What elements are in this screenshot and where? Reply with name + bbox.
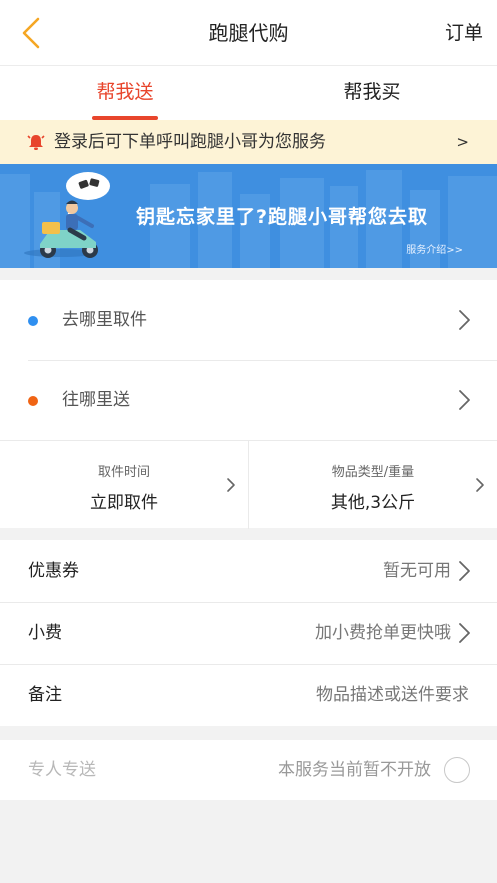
nav-bar: 跑腿代购 订单 xyxy=(0,0,497,66)
order-options-section: 优惠券 暂无可用 小费 加小费抢单更快哦 备注 物品描述或送件要求 xyxy=(0,540,497,726)
tab-help-me-buy[interactable]: 帮我买 xyxy=(337,66,407,120)
pickup-dot-icon xyxy=(28,316,38,326)
dedicated-delivery-row: 专人专送 本服务当前暂不开放 xyxy=(0,740,497,800)
dedicated-delivery-label: 专人专送 xyxy=(28,760,96,780)
login-notice-bar[interactable]: 登录后可下单呼叫跑腿小哥为您服务 > xyxy=(0,120,497,164)
chevron-right-icon xyxy=(459,390,470,410)
remark-label: 备注 xyxy=(28,685,62,705)
dropoff-address-label: 往哪里送 xyxy=(62,390,130,410)
chevron-right-icon xyxy=(459,623,470,643)
dropoff-dot-icon xyxy=(28,396,38,406)
alarm-bell-icon xyxy=(27,135,45,150)
promo-banner[interactable]: 钥匙忘家里了?跑腿小哥帮您去取 服务介绍>> xyxy=(0,164,497,268)
chevron-right-icon xyxy=(227,478,235,492)
dedicated-delivery-radio[interactable] xyxy=(444,757,470,783)
remark-input[interactable]: 物品描述或送件要求 xyxy=(316,664,469,726)
notice-text: 登录后可下单呼叫跑腿小哥为您服务 xyxy=(54,132,326,152)
tip-row[interactable]: 小费 加小费抢单更快哦 xyxy=(0,602,497,664)
remark-row[interactable]: 备注 物品描述或送件要求 xyxy=(0,664,497,726)
pickup-time-selector[interactable]: 取件时间 立即取件 xyxy=(0,441,248,529)
coupon-row[interactable]: 优惠券 暂无可用 xyxy=(0,540,497,602)
chevron-right-icon xyxy=(459,310,470,330)
coupon-value: 暂无可用 xyxy=(383,561,451,581)
banner-slogan: 钥匙忘家里了?跑腿小哥帮您去取 xyxy=(136,206,429,228)
pickup-address-row[interactable]: 去哪里取件 xyxy=(0,280,497,360)
item-type-value: 其他,3公斤 xyxy=(330,493,416,513)
tip-value: 加小费抢单更快哦 xyxy=(315,623,451,643)
chevron-right-icon xyxy=(459,561,470,581)
item-type-title: 物品类型/重量 xyxy=(331,465,415,480)
address-section: 去哪里取件 往哪里送 xyxy=(0,280,497,440)
pickup-time-title: 取件时间 xyxy=(97,465,150,480)
back-arrow-icon[interactable] xyxy=(18,16,50,50)
tab-bar: 帮我送 帮我买 xyxy=(0,66,497,120)
notice-arrow: > xyxy=(456,133,469,151)
dropoff-address-row[interactable]: 往哪里送 xyxy=(0,360,497,440)
coupon-label: 优惠券 xyxy=(28,561,79,581)
pickup-details-section: 取件时间 立即取件 物品类型/重量 其他,3公斤 xyxy=(0,440,497,529)
tip-label: 小费 xyxy=(28,623,62,643)
chevron-right-icon xyxy=(476,478,484,492)
service-intro-link[interactable]: 服务介绍>> xyxy=(406,241,463,256)
page-title: 跑腿代购 xyxy=(208,21,289,45)
tab-label: 帮我送 xyxy=(96,81,154,103)
dedicated-delivery-status: 本服务当前暂不开放 xyxy=(278,760,431,780)
item-type-selector[interactable]: 物品类型/重量 其他,3公斤 xyxy=(249,441,497,529)
pickup-time-value: 立即取件 xyxy=(90,493,158,513)
orders-button[interactable]: 订单 xyxy=(445,0,483,66)
pickup-address-label: 去哪里取件 xyxy=(62,310,147,330)
tab-help-me-send[interactable]: 帮我送 xyxy=(90,66,160,120)
tab-label: 帮我买 xyxy=(343,81,401,103)
